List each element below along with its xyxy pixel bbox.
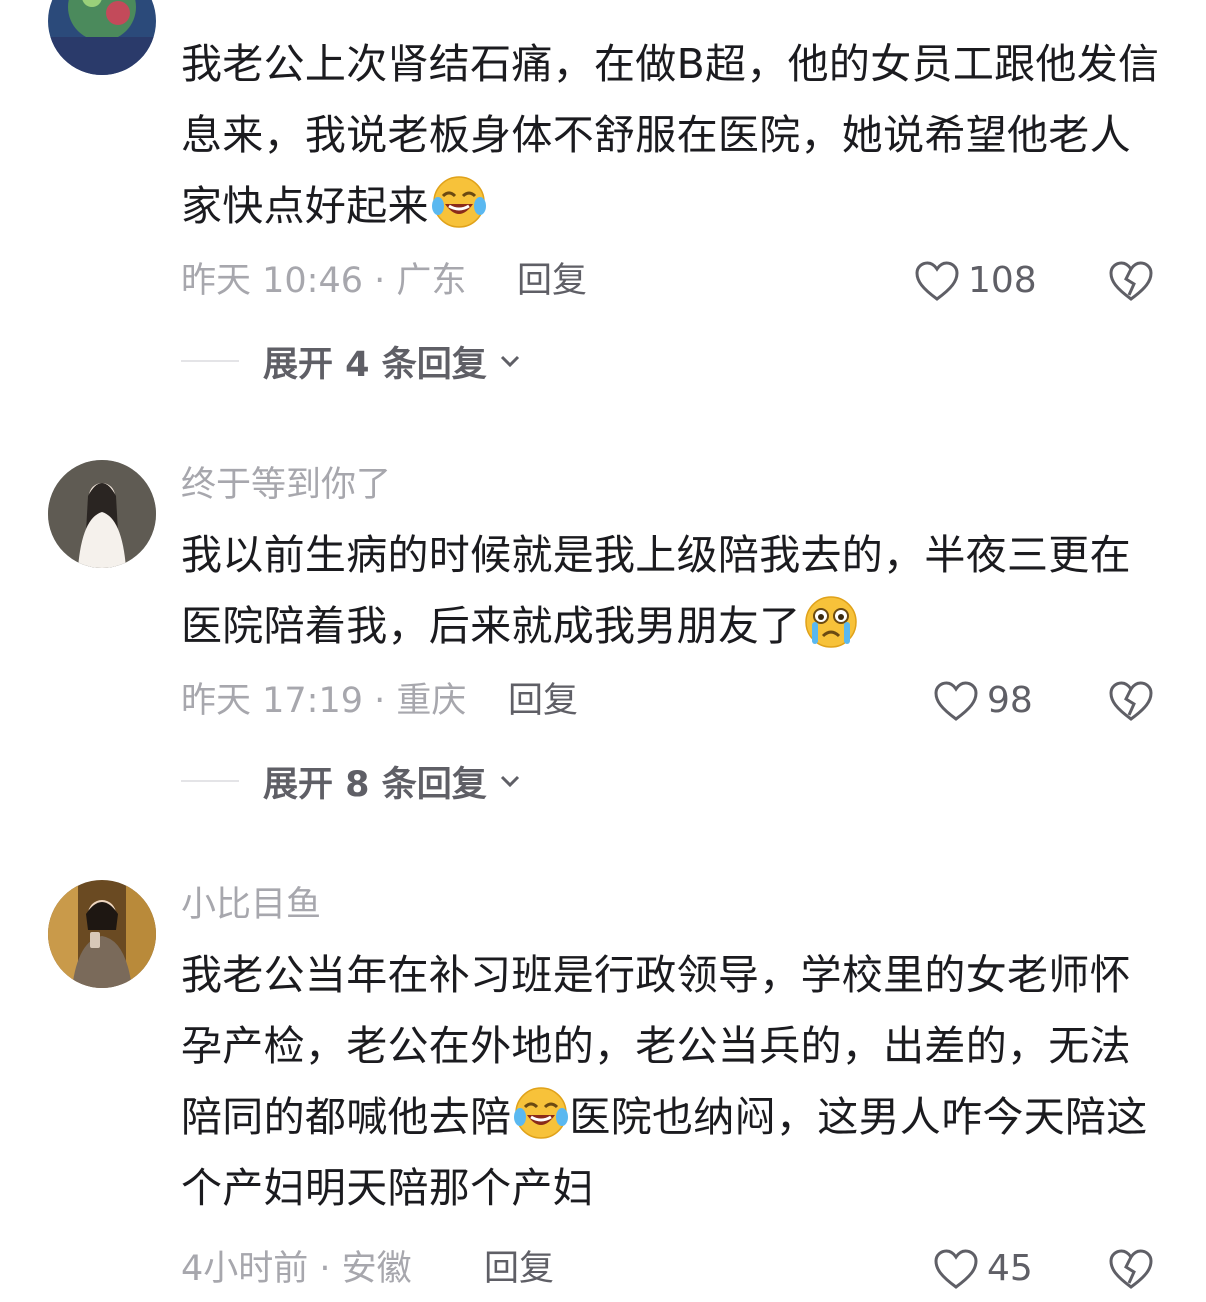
like-button[interactable]: 45 bbox=[933, 1246, 1033, 1292]
broken-heart-icon[interactable] bbox=[1107, 679, 1155, 723]
laughing-crying-emoji bbox=[431, 174, 487, 230]
heart-icon bbox=[934, 1249, 978, 1289]
like-count: 45 bbox=[987, 1248, 1033, 1289]
comment-time: 4小时前 · 安徽 bbox=[181, 1249, 412, 1289]
comment-meta: 昨天 17:19 · 重庆 回复 bbox=[181, 678, 578, 724]
avatar[interactable] bbox=[48, 880, 156, 988]
broken-heart-icon[interactable] bbox=[1107, 259, 1155, 303]
username[interactable]: 终于等到你了 bbox=[181, 462, 391, 508]
crying-emoji bbox=[803, 594, 859, 650]
expand-label: 展开 4 条回复 bbox=[263, 344, 487, 385]
reply-button[interactable]: 回复 bbox=[508, 678, 578, 724]
avatar[interactable] bbox=[48, 460, 156, 568]
divider bbox=[181, 780, 239, 782]
laughing-crying-emoji bbox=[513, 1085, 569, 1141]
expand-label: 展开 8 条回复 bbox=[263, 764, 487, 805]
like-count: 98 bbox=[987, 680, 1033, 721]
like-button[interactable]: 98 bbox=[933, 678, 1033, 724]
avatar[interactable] bbox=[48, 0, 156, 75]
comment-time: 昨天 10:46 · 广东 bbox=[181, 261, 467, 301]
chevron-down-icon bbox=[500, 355, 519, 368]
comment-text: 我老公当年在补习班是行政领导，学校里的女老师怀孕产检，老公在外地的，老公当兵的，… bbox=[181, 951, 1148, 1212]
comment-text: 我以前生病的时候就是我上级陪我去的，半夜三更在医院陪着我，后来就成我男朋友了 bbox=[181, 531, 1131, 650]
comment-meta: 4小时前 · 安徽 回复 bbox=[181, 1246, 554, 1292]
reply-button[interactable]: 回复 bbox=[517, 258, 587, 304]
username[interactable]: 小比目鱼 bbox=[181, 882, 321, 928]
broken-heart-icon[interactable] bbox=[1107, 1247, 1155, 1291]
chevron-down-icon bbox=[500, 775, 519, 788]
like-count: 108 bbox=[968, 260, 1037, 301]
expand-replies-button[interactable]: 展开 8 条回复 bbox=[181, 758, 523, 805]
like-button[interactable]: 108 bbox=[914, 258, 1037, 304]
comment-time: 昨天 17:19 · 重庆 bbox=[181, 681, 467, 721]
heart-icon bbox=[915, 261, 959, 301]
comment-text: 我老公上次肾结石痛，在做B超，他的女员工跟他发信息来，我说老板身体不舒服在医院，… bbox=[181, 40, 1160, 230]
divider bbox=[181, 360, 239, 362]
expand-replies-button[interactable]: 展开 4 条回复 bbox=[181, 338, 523, 385]
comment-meta: 昨天 10:46 · 广东 回复 bbox=[181, 258, 587, 304]
reply-button[interactable]: 回复 bbox=[484, 1246, 554, 1292]
heart-icon bbox=[934, 681, 978, 721]
